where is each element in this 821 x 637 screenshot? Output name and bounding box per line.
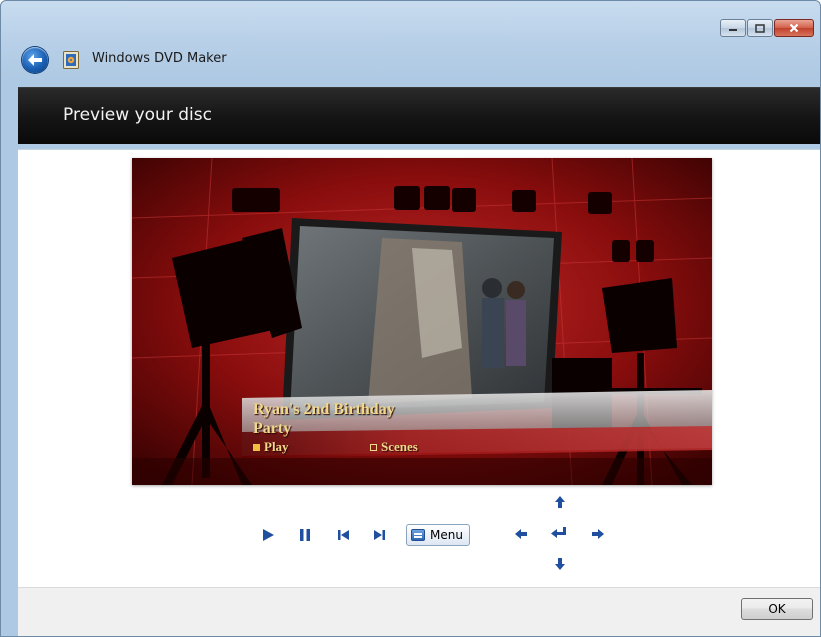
ok-button[interactable]: OK xyxy=(741,598,813,620)
caption-buttons xyxy=(720,19,814,37)
dvd-maker-window: Windows DVD Maker Preview your disc Ryan… xyxy=(0,0,821,637)
pause-icon xyxy=(300,529,310,541)
menu-item-play[interactable]: Play xyxy=(253,439,289,455)
title-bar: Windows DVD Maker xyxy=(1,1,820,81)
enter-button[interactable] xyxy=(550,524,568,542)
window-title: Windows DVD Maker xyxy=(92,51,227,66)
navigate-up-button[interactable] xyxy=(551,493,569,511)
playback-controls: Menu xyxy=(18,485,820,585)
navigate-right-button[interactable] xyxy=(589,525,607,543)
arrow-up-icon xyxy=(555,496,565,508)
minimize-icon xyxy=(729,29,737,31)
menu-icon xyxy=(411,529,425,541)
close-icon xyxy=(789,23,799,33)
ok-button-label: OK xyxy=(768,602,786,616)
disc-title-line-2: Party xyxy=(253,420,292,437)
menu-item-scenes-label: Scenes xyxy=(381,439,418,454)
navigate-down-button[interactable] xyxy=(551,555,569,573)
skip-next-icon xyxy=(373,530,385,540)
play-icon xyxy=(263,529,274,541)
pause-button[interactable] xyxy=(296,526,314,544)
back-button[interactable] xyxy=(22,47,48,73)
maximize-icon xyxy=(755,23,765,33)
navigate-left-button[interactable] xyxy=(512,525,530,543)
skip-previous-icon xyxy=(337,530,349,540)
content-area: Ryan's 2nd Birthday Party Play Scenes Me… xyxy=(18,149,820,588)
page-header: Preview your disc xyxy=(18,87,820,144)
next-button[interactable] xyxy=(370,526,388,544)
play-button[interactable] xyxy=(259,526,277,544)
close-button[interactable] xyxy=(774,19,814,37)
minimize-button[interactable] xyxy=(720,19,746,37)
menu-item-play-label: Play xyxy=(264,439,289,454)
dvd-maker-app-icon xyxy=(63,51,79,69)
disc-title-line-1: Ryan's 2nd Birthday xyxy=(253,401,395,418)
maximize-button[interactable] xyxy=(747,19,773,37)
dialog-footer: OK xyxy=(18,587,820,636)
back-arrow-icon xyxy=(28,54,42,66)
arrow-down-icon xyxy=(555,558,565,570)
arrow-right-icon xyxy=(592,529,604,539)
menu-button[interactable]: Menu xyxy=(406,524,470,546)
selected-square-icon xyxy=(253,443,260,451)
preview-image xyxy=(132,158,712,485)
menu-button-label: Menu xyxy=(430,528,463,542)
unselected-square-icon xyxy=(370,443,377,451)
arrow-left-icon xyxy=(515,529,527,539)
dvd-menu-preview: Ryan's 2nd Birthday Party Play Scenes xyxy=(132,158,712,485)
menu-item-scenes[interactable]: Scenes xyxy=(370,439,418,455)
page-title: Preview your disc xyxy=(63,105,212,125)
previous-button[interactable] xyxy=(334,526,352,544)
enter-icon xyxy=(551,527,566,538)
